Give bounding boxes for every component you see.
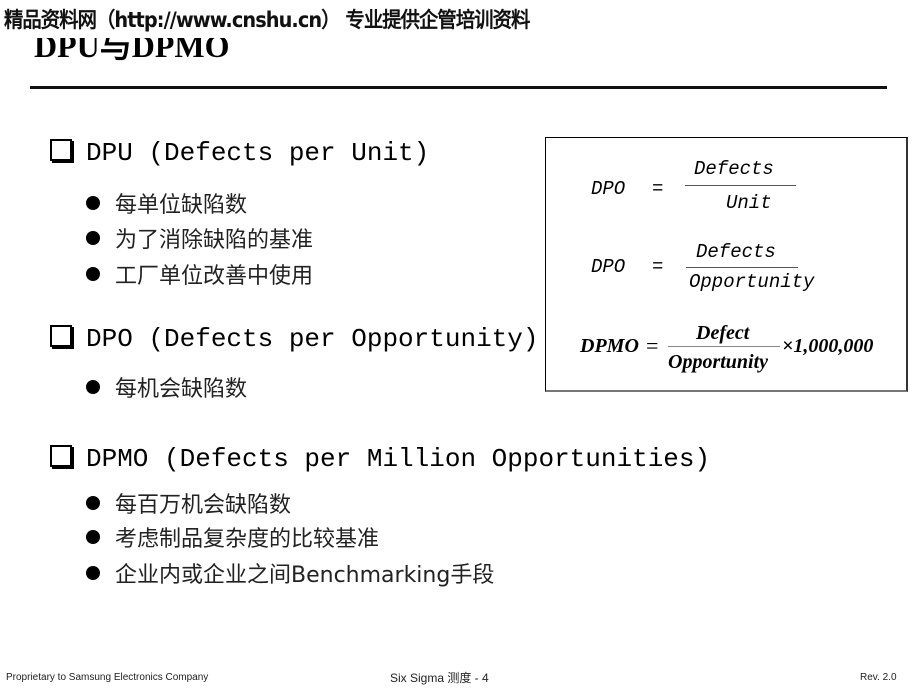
title-underline (30, 86, 887, 89)
footer-revision: Rev. 2.0 (860, 672, 897, 683)
list-item: 工厂单位改善中使用 (86, 258, 313, 290)
formula-2-equals: = (652, 256, 664, 278)
formula-3-equals: = (646, 333, 659, 358)
formula-3-multiplier: ×1,000,000 (782, 335, 874, 357)
bullet-dot-icon (86, 231, 100, 245)
formula-1-equals: = (652, 178, 664, 200)
formula-1-lhs: DPO (591, 178, 626, 200)
list-item: 每单位缺陷数 (86, 187, 247, 219)
formula-2-numerator: Defects (696, 241, 776, 263)
formula-1-denominator: Unit (726, 192, 772, 214)
checkbox-bullet-icon (50, 325, 72, 348)
formula-3-numerator: Defect (696, 322, 750, 344)
formula-2-fraction-bar (686, 267, 798, 268)
footer-proprietary: Proprietary to Samsung Electronics Compa… (6, 672, 209, 683)
list-item: 为了消除缺陷的基准 (86, 222, 313, 254)
formula-box: DPO = Defects Unit DPO = Defects Opportu… (545, 137, 908, 392)
checkbox-bullet-icon (50, 445, 72, 468)
watermark-banner: 精品资料网（http://www.cnshu.cn） 专业提供企管培训资料 (4, 8, 530, 32)
bullet-dot-icon (86, 496, 100, 510)
list-item: 每百万机会缺陷数 (86, 487, 291, 519)
list-item: 每机会缺陷数 (86, 371, 247, 403)
formula-2-lhs: DPO (591, 256, 626, 278)
list-item: 考虑制品复杂度的比较基准 (86, 521, 379, 553)
list-item: 企业内或企业之间Benchmarking手段 (86, 557, 494, 589)
formula-3-lhs: DPMO (580, 335, 639, 357)
bullet-dot-icon (86, 196, 100, 210)
bullet-dot-icon (86, 566, 100, 580)
footer-page-label: Six Sigma 测度 - 4 (390, 671, 489, 685)
section-dpu-heading: DPU (Defects per Unit) (50, 138, 429, 168)
bullet-dot-icon (86, 530, 100, 544)
checkbox-bullet-icon (50, 139, 72, 162)
bullet-dot-icon (86, 267, 100, 281)
formula-1-numerator: Defects (694, 158, 774, 180)
section-dpmo-heading: DPMO (Defects per Million Opportunities) (50, 444, 710, 474)
formula-1-fraction-bar (685, 185, 796, 186)
formula-3-denominator: Opportunity (668, 351, 769, 373)
formula-3-fraction-bar (668, 346, 780, 347)
section-dpo-heading: DPO (Defects per Opportunity) (50, 324, 538, 354)
bullet-dot-icon (86, 380, 100, 394)
slide-title: DPU与DPMO (34, 38, 230, 64)
formula-2-denominator: Opportunity (689, 271, 815, 293)
